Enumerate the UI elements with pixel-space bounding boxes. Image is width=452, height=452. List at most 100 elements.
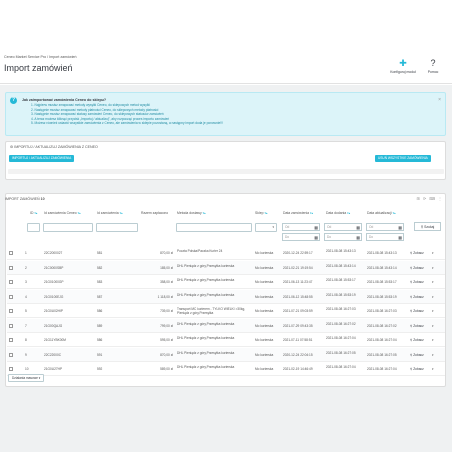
cell-delivery: DHL Pieniądz z góry,Przesyłka kurierska: [177, 350, 235, 355]
col-updated-date[interactable]: Data aktualizacji ▾▴: [367, 211, 396, 215]
cell-id: 3: [25, 280, 27, 284]
col-order-id[interactable]: Id zamówienia ▾▴: [97, 211, 123, 215]
help-label: Pomoc: [427, 70, 439, 74]
filter-added-date-to[interactable]: Do ▦: [324, 233, 362, 241]
col-order-date[interactable]: Data zamówienia ▾▴: [283, 211, 313, 215]
cell-ceneo: 22C22000C: [44, 352, 62, 357]
cell-added: 2021-08-08 16:27:04: [326, 336, 356, 340]
filter-updated-date-from[interactable]: Od ▦: [366, 223, 404, 231]
filter-ceneo-id[interactable]: [43, 223, 93, 232]
alert-heading: Jak zaimportować zamówienia Ceneo do skl…: [22, 98, 107, 102]
help-button[interactable]: ? Pomoc: [419, 59, 447, 75]
view-button[interactable]: ⚲ Zobacz: [410, 266, 424, 270]
caret-icon[interactable]: ▾: [432, 280, 434, 284]
cell-added: 2021-08-08 15:43:14: [326, 263, 356, 268]
row-checkbox[interactable]: [9, 294, 13, 299]
col-shop[interactable]: Sklep ▾▴: [255, 211, 267, 215]
cell-ceneo: 21G00QAJG: [44, 323, 63, 328]
row-checkbox[interactable]: [9, 367, 13, 371]
filter-order-id[interactable]: [96, 223, 138, 232]
filter-order-date-from[interactable]: Od ▦: [282, 223, 320, 231]
col-added-date[interactable]: Data dodania ▾▴: [326, 211, 350, 215]
configure-button[interactable]: ✚ Konfiguruj moduł: [389, 59, 417, 75]
row-checkbox[interactable]: [9, 323, 13, 328]
caret-icon[interactable]: ▾: [432, 367, 434, 371]
cell-delivery: DHL Pieniądz z góry,Przesyłka kurierska: [177, 321, 235, 326]
row-checkbox[interactable]: [9, 352, 13, 357]
cell-paid: 739,00 zł: [160, 309, 173, 313]
cell-updated: 2021-08-08 15:43:14: [367, 265, 397, 270]
row-checkbox[interactable]: [9, 280, 13, 284]
caret-icon[interactable]: ▾: [432, 324, 434, 328]
caret-icon[interactable]: ▾: [432, 353, 434, 357]
caret-icon[interactable]: ▾: [432, 266, 434, 270]
view-label: Zobacz: [413, 323, 424, 328]
filter-id[interactable]: [27, 223, 40, 232]
filter-added-date-from[interactable]: Od ▦: [324, 223, 362, 231]
col-ceneo-id[interactable]: Id zamówienia Ceneo ▾▴: [44, 211, 81, 215]
cell-shop: Mo kurierska: [255, 309, 274, 313]
breadcrumb-separator: /: [47, 55, 49, 59]
col-paid: Razem zapłacono: [141, 211, 169, 215]
cell-order: 586: [97, 309, 103, 313]
alert-step: 1. Najpierw musisz zmapować metody wysył…: [31, 103, 150, 107]
view-button[interactable]: ⚲ Zobacz: [410, 280, 424, 284]
search-icon: ⚲: [420, 225, 424, 229]
row-checkbox[interactable]: [9, 338, 13, 342]
view-button[interactable]: ⚲ Zobacz: [410, 295, 424, 299]
caret-icon[interactable]: ▾: [432, 295, 434, 299]
view-button[interactable]: ⚲ Zobacz: [410, 251, 424, 255]
cell-order: 592: [97, 367, 103, 371]
col-delivery[interactable]: Metoda dostawy ▾▴: [177, 211, 206, 215]
caret-icon: ▾: [38, 376, 41, 380]
col-id[interactable]: ID ▾▴: [30, 211, 37, 215]
cell-updated: 2021-08-08 15:43:13: [367, 251, 397, 255]
filter-updated-date-to[interactable]: Do ▦: [366, 233, 404, 241]
cell-order: 589: [97, 323, 103, 328]
caret-icon[interactable]: ▾: [432, 338, 434, 342]
view-label: Zobacz: [413, 352, 424, 357]
breadcrumb-current: Import zamówień: [49, 55, 77, 59]
calendar-icon: ▦: [314, 235, 318, 240]
row-checkbox[interactable]: [9, 251, 13, 255]
view-label: Zobacz: [413, 309, 424, 313]
cell-delivery: DHL Pieniądz z góry,Przesyłka kurierska: [177, 365, 235, 369]
view-button[interactable]: ⚲ Zobacz: [410, 353, 424, 357]
cell-ordered: 2021-02-19 14:46:49: [283, 367, 313, 371]
delete-all-button[interactable]: USUŃ WSZYSTKIE ZAMÓWIENIA: [375, 155, 431, 162]
calendar-icon: ▦: [398, 235, 402, 240]
cell-delivery: DHL Pieniądz z góry,Przesyłka kurierska: [177, 278, 235, 282]
close-icon[interactable]: ×: [438, 97, 441, 103]
grid-tools[interactable]: ⊞⟳⌨⋮: [417, 196, 445, 201]
cell-shop: Mo kurierska: [255, 265, 274, 270]
row-checkbox[interactable]: [9, 309, 13, 313]
view-label: Zobacz: [413, 280, 424, 284]
view-button[interactable]: ⚲ Zobacz: [410, 309, 424, 313]
cell-order: 582: [97, 265, 103, 270]
search-button[interactable]: ⚲ Szukaj: [414, 222, 441, 231]
cell-ordered: 2021-07-11 07:58:51: [283, 338, 313, 342]
caret-icon[interactable]: ▾: [432, 309, 434, 313]
view-button[interactable]: ⚲ Zobacz: [410, 324, 424, 328]
cell-updated: 2021-08-08 16:27:05: [367, 352, 397, 357]
calendar-icon: ▦: [314, 225, 318, 230]
cell-added: 2021-08-08 15:53:19: [326, 292, 356, 297]
cell-paid: 589,00 zł: [160, 367, 173, 371]
filter-delivery[interactable]: [176, 223, 252, 232]
filter-order-date-to[interactable]: Do ▦: [282, 233, 320, 241]
import-panel-title: ⚙ IMPORTUJ / AKTUALIZUJ ZAMÓWIENIA Z CEN…: [10, 145, 98, 149]
import-button[interactable]: IMPORTUJ / AKTUALIZUJ ZAMÓWIENIA: [9, 155, 75, 162]
cell-paid: 185,00 zł: [160, 265, 173, 270]
cell-order: 587: [97, 294, 103, 299]
breadcrumb-root[interactable]: Ceneo Market Service Pro: [4, 55, 46, 59]
cell-id: 8: [25, 338, 27, 342]
filter-shop[interactable]: ▾: [255, 223, 277, 232]
caret-icon[interactable]: ▾: [432, 251, 434, 255]
view-button[interactable]: ⚲ Zobacz: [410, 338, 424, 342]
bulk-actions-button[interactable]: Działania masowe ▾: [8, 374, 45, 382]
view-label: Zobacz: [413, 367, 424, 371]
view-button[interactable]: ⚲ Zobacz: [410, 367, 424, 371]
row-checkbox[interactable]: [9, 265, 13, 270]
cell-ceneo: 21G0U27HP: [44, 367, 63, 371]
calendar-icon: ▦: [356, 235, 360, 240]
